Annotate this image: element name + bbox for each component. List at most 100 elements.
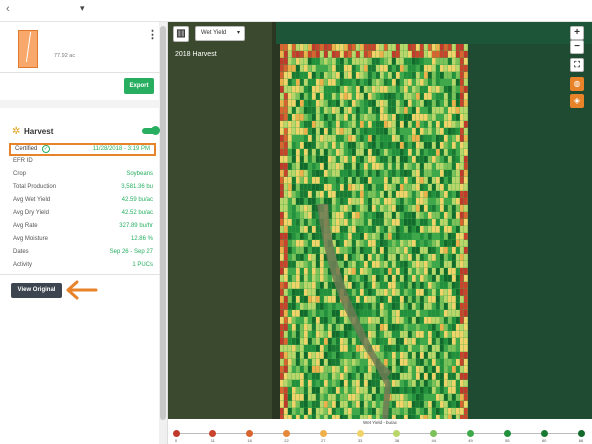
yield-cell (280, 310, 284, 317)
yield-cell (284, 86, 288, 93)
yield-cell (368, 86, 372, 93)
detail-value: 42.52 bu/ac (121, 210, 153, 216)
yield-cell (432, 289, 436, 296)
yield-cell (312, 184, 316, 191)
yield-cell (360, 44, 364, 51)
yield-cell (356, 401, 360, 408)
yield-cell (372, 282, 376, 289)
yield-cell (332, 380, 336, 387)
yield-cell (404, 310, 408, 317)
yield-cell (288, 352, 292, 359)
back-icon[interactable]: ‹ (6, 3, 10, 15)
fullscreen-icon[interactable]: ⛶ (570, 58, 584, 72)
yield-cell (328, 380, 332, 387)
layer-select[interactable]: Wet Yield ▾ (195, 26, 245, 41)
yield-cell (352, 366, 356, 373)
yield-cell (432, 79, 436, 86)
yield-cell (412, 366, 416, 373)
map-view[interactable]: ▥ Wet Yield ▾ 2018 Harvest + − ⛶ ◍ ◈ (168, 22, 592, 419)
yield-cell (308, 275, 312, 282)
yield-cell (372, 324, 376, 331)
yield-cell (388, 212, 392, 219)
yield-cell (364, 352, 368, 359)
dropdown-caret-icon[interactable]: ▾ (80, 3, 85, 14)
yield-cell (432, 296, 436, 303)
yield-cell (384, 51, 388, 58)
layers-icon[interactable]: ◈ (570, 94, 584, 108)
view-original-button[interactable]: View Original (11, 283, 62, 298)
yield-cell (332, 93, 336, 100)
yield-cell (452, 219, 456, 226)
globe-icon[interactable]: ◍ (570, 77, 584, 91)
yield-cell (356, 366, 360, 373)
panel-toggle-icon[interactable]: ▥ (173, 26, 189, 42)
yield-cell (384, 135, 388, 142)
yield-cell (364, 65, 368, 72)
yield-cell (284, 163, 288, 170)
yield-cell (428, 156, 432, 163)
yield-cell (300, 352, 304, 359)
yield-cell (336, 331, 340, 338)
yield-cell (280, 149, 284, 156)
yield-cell (424, 51, 428, 58)
yield-cell (288, 128, 292, 135)
yield-cell (376, 170, 380, 177)
yield-cell (376, 135, 380, 142)
yield-cell (404, 198, 408, 205)
yield-cell (460, 359, 464, 366)
yield-cell (416, 191, 420, 198)
yield-cell (316, 261, 320, 268)
yield-cell (400, 282, 404, 289)
zoom-out-button[interactable]: − (570, 40, 584, 54)
export-button[interactable]: Export (124, 78, 154, 94)
yield-cell (428, 142, 432, 149)
yield-cell (404, 247, 408, 254)
yield-cell (436, 359, 440, 366)
yield-cell (296, 100, 300, 107)
yield-cell (356, 93, 360, 100)
yield-cell (412, 191, 416, 198)
yield-cell (340, 114, 344, 121)
yield-cell (432, 184, 436, 191)
yield-cell (304, 205, 308, 212)
yield-cell (448, 114, 452, 121)
yield-cell (364, 177, 368, 184)
yield-cell (280, 331, 284, 338)
yield-cell (288, 212, 292, 219)
yield-cell (340, 331, 344, 338)
yield-cell (292, 170, 296, 177)
yield-cell (292, 121, 296, 128)
yield-cell (284, 226, 288, 233)
legend-title: Wet Yield - bu/ac (363, 420, 397, 425)
yield-cell (444, 247, 448, 254)
yield-cell (324, 100, 328, 107)
yield-map-field[interactable] (280, 44, 468, 419)
yield-cell (364, 191, 368, 198)
yield-cell (444, 338, 448, 345)
yield-cell (440, 240, 444, 247)
yield-cell (400, 198, 404, 205)
yield-cell (296, 79, 300, 86)
yield-cell (440, 79, 444, 86)
yield-cell (308, 184, 312, 191)
yield-cell (432, 324, 436, 331)
harvest-toggle[interactable] (151, 126, 160, 135)
yield-cell (320, 338, 324, 345)
more-menu-icon[interactable]: ⋮ (147, 30, 158, 41)
yield-cell (372, 254, 376, 261)
yield-cell (376, 345, 380, 352)
yield-cell (332, 114, 336, 121)
yield-cell (360, 191, 364, 198)
yield-cell (404, 275, 408, 282)
yield-cell (372, 177, 376, 184)
sidebar-scroll-thumb[interactable] (160, 26, 166, 420)
yield-cell (364, 226, 368, 233)
yield-cell (352, 282, 356, 289)
yield-cell (308, 170, 312, 177)
yield-cell (424, 58, 428, 65)
yield-cell (288, 184, 292, 191)
legend-stop (393, 430, 401, 437)
zoom-in-button[interactable]: + (570, 26, 584, 40)
yield-cell (380, 261, 384, 268)
yield-cell (292, 338, 296, 345)
